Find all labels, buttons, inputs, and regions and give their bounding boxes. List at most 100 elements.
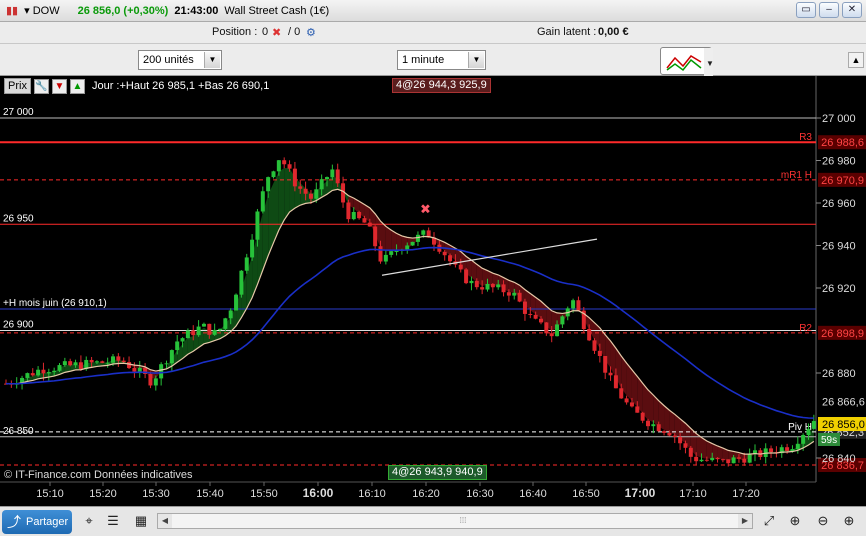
- candle: [501, 284, 506, 293]
- minimize-button[interactable]: –: [819, 2, 839, 18]
- y-tick-label: 26 880: [822, 368, 856, 380]
- close-button[interactable]: ✕: [842, 2, 862, 18]
- candle: [314, 189, 319, 199]
- candle: [597, 350, 602, 356]
- candle: [785, 447, 790, 451]
- chart-scrollbar[interactable]: ◀ ⁞⁞⁞ ▶: [157, 513, 753, 529]
- zoom-fit-icon[interactable]: ⤢: [760, 512, 778, 530]
- candle: [560, 316, 565, 325]
- copyright-text: © IT-Finance.com Données indicatives: [4, 469, 193, 481]
- cursor-tool-icon[interactable]: ⌖: [80, 512, 98, 530]
- settings-gear-icon[interactable]: ⚙: [306, 26, 316, 39]
- candle: [169, 350, 174, 364]
- buy-order-tag[interactable]: 4@26 943,9 940,9: [388, 465, 487, 480]
- candle: [678, 436, 683, 444]
- timeframe-select[interactable]: 1 minute ▼: [397, 50, 486, 70]
- title-bar: ▮▮ ▾ DOW 26 856,0 (+0,30%) 21:43:00 Wall…: [0, 0, 866, 22]
- scroll-right-icon[interactable]: ▶: [738, 514, 752, 528]
- candle: [512, 292, 517, 296]
- candle: [522, 301, 527, 314]
- candle: [25, 373, 30, 378]
- candle: [603, 355, 608, 373]
- timer-label: 59s: [821, 435, 837, 446]
- buy-arrow-icon[interactable]: ▲: [69, 78, 85, 94]
- candle: [715, 457, 720, 460]
- candle: [36, 369, 41, 376]
- candle: [185, 330, 190, 339]
- candle: [121, 360, 126, 362]
- candle: [448, 255, 453, 262]
- candle: [164, 363, 169, 365]
- svg-text:▼: ▼: [706, 59, 713, 68]
- candle: [731, 457, 736, 464]
- y-tick-label: 26 840: [822, 453, 856, 465]
- left-level-label: 26 850: [3, 426, 34, 437]
- x-tick-label: 15:30: [142, 488, 170, 500]
- candle: [458, 264, 463, 270]
- candle: [303, 188, 308, 194]
- scroll-left-icon[interactable]: ◀: [158, 514, 172, 528]
- x-tick-label: 16:40: [519, 488, 547, 500]
- candle: [736, 457, 741, 459]
- footer-bar: ⤴ Partager ⌖ ☰ ▦ ◀ ⁞⁞⁞ ▶ ⤢ ⊕ ⊖ ⊕: [0, 506, 866, 536]
- candle: [485, 283, 490, 290]
- prix-label[interactable]: Prix: [4, 78, 31, 94]
- candle: [421, 230, 426, 235]
- units-select[interactable]: 200 unités ▼: [138, 50, 222, 70]
- candle: [57, 365, 62, 371]
- scroll-thumb[interactable]: ⁞⁞⁞: [458, 516, 468, 526]
- day-range: Jour :+Haut 26 985,1 +Bas 26 690,1: [91, 80, 270, 92]
- chart-type-button[interactable]: ▼: [660, 47, 714, 76]
- candle: [383, 254, 388, 262]
- y-tick-label: 26 960: [822, 198, 856, 210]
- candle: [100, 361, 105, 363]
- share-button[interactable]: ⤴ Partager: [2, 510, 72, 534]
- candle: [346, 202, 351, 220]
- price-chart[interactable]: R3 26 988,6mR1 H 26 970,9R2 26 898,9Piv H 26…: [0, 76, 866, 506]
- level-price: 26 988,6: [821, 137, 864, 149]
- candle: [699, 459, 704, 462]
- zoom-in-icon[interactable]: ⊕: [840, 512, 858, 530]
- restore-button[interactable]: ▭: [796, 2, 816, 18]
- candle: [319, 179, 324, 190]
- candle: [576, 300, 581, 311]
- close-position-icon[interactable]: ✖: [272, 26, 281, 39]
- candle: [496, 284, 501, 288]
- level-label: mR1 H: [781, 170, 812, 181]
- candle-icon[interactable]: ▮▮: [6, 4, 18, 17]
- candle: [506, 292, 511, 296]
- candle: [89, 359, 94, 363]
- candle: [201, 323, 206, 327]
- candle: [180, 338, 185, 342]
- candle: [742, 458, 747, 463]
- x-tick-label: 16:20: [412, 488, 440, 500]
- candle: [389, 251, 394, 255]
- zoom-out-icon[interactable]: ⊖: [814, 512, 832, 530]
- window-controls: ▭ – ✕: [796, 2, 862, 18]
- zoom-area-icon[interactable]: ⊕: [786, 512, 804, 530]
- chart-info-bar: Prix 🔧 ▼ ▲ Jour :+Haut 26 985,1 +Bas 26 …: [4, 78, 269, 94]
- x-tick-label: 15:20: [89, 488, 117, 500]
- instrument-dropdown[interactable]: ▾ DOW: [24, 4, 59, 17]
- wrench-icon[interactable]: 🔧: [33, 78, 49, 94]
- grid-icon[interactable]: ▦: [132, 512, 150, 530]
- candle: [362, 218, 367, 223]
- candle: [111, 356, 115, 363]
- candle: [148, 373, 153, 386]
- y-tick-label: 26 940: [822, 241, 856, 253]
- sell-arrow-icon[interactable]: ▼: [51, 78, 67, 94]
- position-value-2: / 0: [288, 26, 301, 38]
- list-icon[interactable]: ☰: [104, 512, 122, 530]
- candle: [587, 329, 592, 341]
- trading-window: ▮▮ ▾ DOW 26 856,0 (+0,30%) 21:43:00 Wall…: [0, 0, 866, 536]
- candle: [351, 211, 356, 220]
- candle: [239, 270, 244, 295]
- x-tick-label: 16:50: [572, 488, 600, 500]
- share-icon: ⤴: [7, 514, 21, 530]
- pin-icon[interactable]: ▲: [848, 52, 864, 68]
- candle: [127, 361, 132, 369]
- sell-order-tag[interactable]: 4@26 944,3 925,9: [392, 78, 491, 93]
- candle: [592, 340, 597, 351]
- left-level-label: 27 000: [3, 107, 34, 118]
- candle: [720, 459, 725, 461]
